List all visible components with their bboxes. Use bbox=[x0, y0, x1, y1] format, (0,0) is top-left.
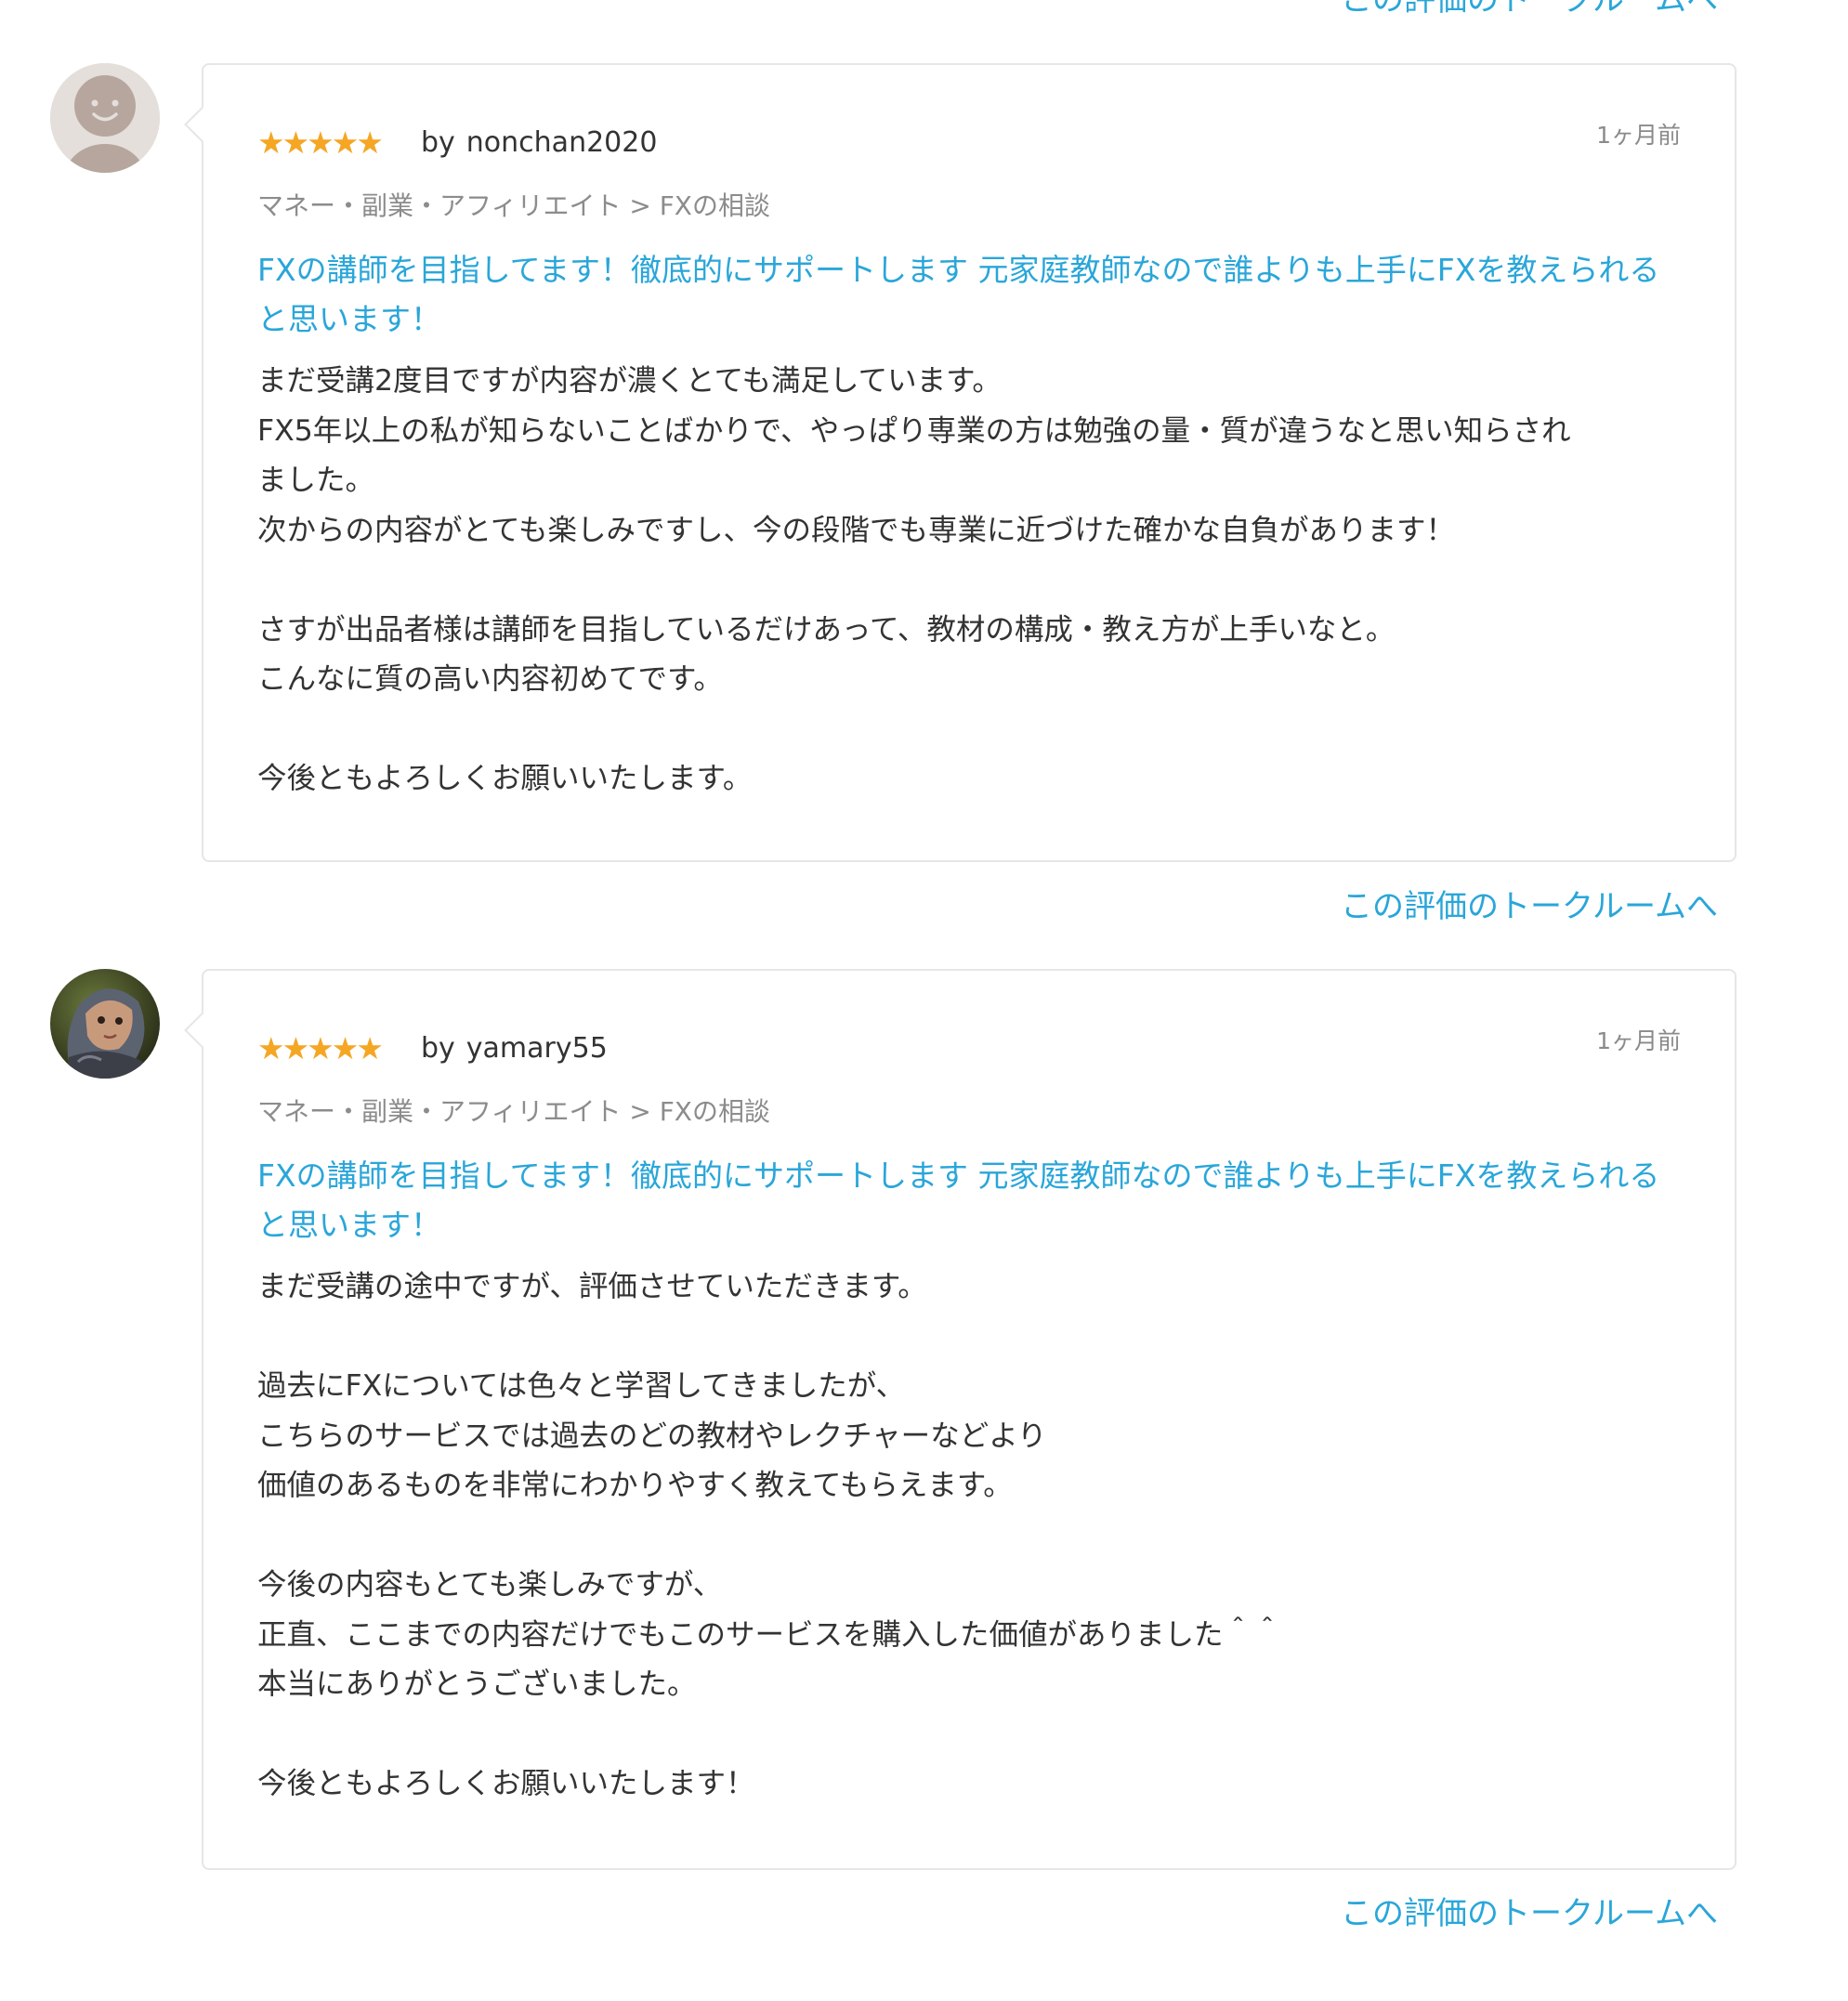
review-comment: まだ受講2度目ですが内容が濃くとても満足しています。 FX5年以上の私が知らない… bbox=[257, 357, 1681, 804]
comment-line: 本当にありがとうございました。 bbox=[257, 1668, 697, 1701]
comment-line: FX5年以上の私が知らないことばかりで、やっぱり専業の方は勉強の量・質が違うなと… bbox=[257, 413, 1571, 448]
review-time: 1ヶ月前 bbox=[1596, 1027, 1681, 1054]
default-avatar-icon bbox=[50, 63, 160, 173]
star-rating-icon: ★★★★★ bbox=[257, 1030, 384, 1066]
comment-line: 価値のあるものを非常にわかりやすく教えてもらえます。 bbox=[257, 1469, 1013, 1502]
reviewer-username: yamary55 bbox=[465, 1032, 608, 1065]
comment-line bbox=[257, 556, 1681, 606]
default-avatar-icon[interactable] bbox=[50, 63, 160, 173]
talk-room-link[interactable]: この評価のトークルームへ bbox=[1341, 1893, 1718, 1934]
talk-room-link-previous[interactable]: この評価のトークルームへ bbox=[1341, 0, 1718, 20]
comment-line: こちらのサービスでは過去のどの教材やレクチャーなどより bbox=[257, 1419, 1047, 1453]
star-rating-icon: ★★★★★ bbox=[257, 124, 384, 161]
comment-line: まだ受講2度目ですが内容が濃くとても満足しています。 bbox=[257, 364, 1002, 398]
comment-line: 次からの内容がとても楽しみですし、今の段階でも専業に近づけた確かな自負があります… bbox=[257, 513, 1455, 547]
review-time: 1ヶ月前 bbox=[1596, 122, 1681, 149]
reviewer: by yamary55 bbox=[421, 1028, 608, 1069]
comment-line: 過去にFXについては色々と学習してきましたが、 bbox=[257, 1369, 906, 1403]
service-title-link[interactable]: FXの講師を目指してます！徹底的にサポートします 元家庭教師なので誰よりも上手に… bbox=[257, 1151, 1681, 1249]
comment-line: ました。 bbox=[257, 464, 375, 497]
comment-line bbox=[257, 1511, 1681, 1562]
review-card: ★★★★★ by yamary55 1ヶ月前 マネー・副業・アフィリエイト > F… bbox=[184, 969, 1737, 1870]
user-photo-avatar[interactable] bbox=[50, 969, 160, 1079]
comment-line: さすが出品者様は講師を目指しているだけあって、教材の構成・教え方が上手いなと。 bbox=[257, 612, 1396, 647]
review-card: ★★★★★ by nonchan2020 1ヶ月前 マネー・副業・アフィリエイト … bbox=[184, 63, 1737, 862]
comment-line: こんなに質の高い内容初めてです。 bbox=[257, 662, 723, 696]
service-title-link[interactable]: FXの講師を目指してます！徹底的にサポートします 元家庭教師なので誰よりも上手に… bbox=[257, 245, 1681, 344]
by-label: by bbox=[421, 1032, 455, 1065]
comment-line: 正直、ここまでの内容だけでもこのサービスを購入した価値がありました＾＾ bbox=[257, 1617, 1282, 1652]
talk-room-link[interactable]: この評価のトークルームへ bbox=[1341, 886, 1718, 927]
comment-line bbox=[257, 1313, 1681, 1363]
comment-line: 今後ともよろしくお願いいたします。 bbox=[257, 762, 753, 795]
reviewer-username: nonchan2020 bbox=[465, 126, 658, 159]
comment-line bbox=[257, 1710, 1681, 1760]
comment-line bbox=[257, 705, 1681, 755]
comment-line: まだ受講の途中ですが、評価させていただきます。 bbox=[257, 1270, 927, 1303]
service-category: マネー・副業・アフィリエイト > FXの相談 bbox=[257, 190, 770, 221]
review-comment: まだ受講の途中ですが、評価させていただきます。 過去にFXについては色々と学習し… bbox=[257, 1262, 1681, 1810]
service-category: マネー・副業・アフィリエイト > FXの相談 bbox=[257, 1096, 770, 1127]
by-label: by bbox=[421, 126, 455, 159]
comment-line: 今後ともよろしくお願いいたします！ bbox=[257, 1767, 755, 1800]
comment-line: 今後の内容もとても楽しみですが、 bbox=[257, 1568, 723, 1602]
user-photo-avatar bbox=[50, 969, 160, 1079]
reviewer: by nonchan2020 bbox=[421, 123, 657, 163]
